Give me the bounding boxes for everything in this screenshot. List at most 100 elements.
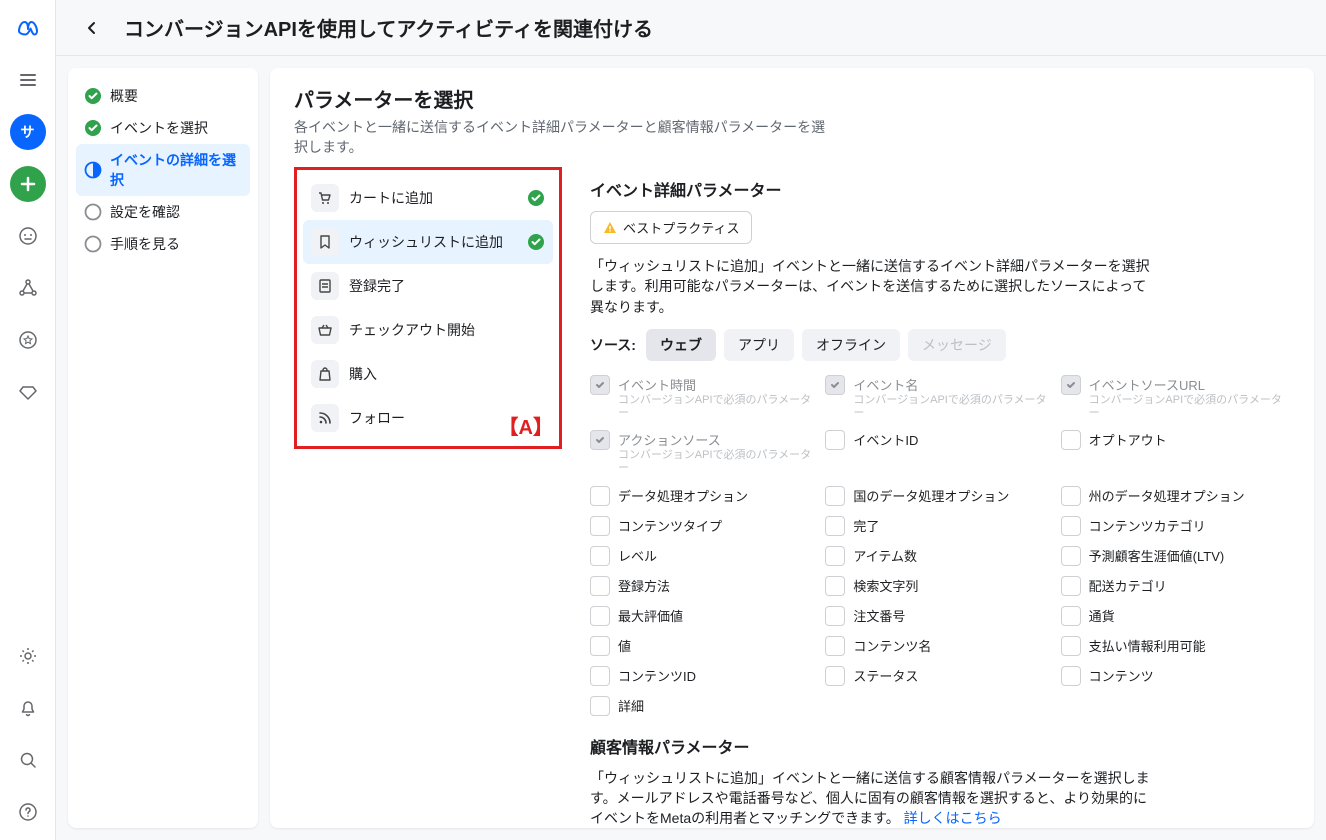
checkbox[interactable] xyxy=(590,696,610,716)
param-item: アイテム数 xyxy=(825,546,1048,566)
event-item[interactable]: 登録完了 xyxy=(303,264,553,308)
checkbox[interactable] xyxy=(825,375,845,395)
checkbox[interactable] xyxy=(590,636,610,656)
step-status-icon xyxy=(84,87,102,105)
source-tab[interactable]: アプリ xyxy=(724,329,794,361)
param-item: コンテンツ xyxy=(1061,666,1284,686)
event-item[interactable]: チェックアウト開始 xyxy=(303,308,553,352)
cart-icon xyxy=(311,184,339,212)
param-name: 州のデータ処理オプション xyxy=(1089,486,1245,505)
event-item[interactable]: 購入 xyxy=(303,352,553,396)
gear-icon[interactable] xyxy=(10,638,46,674)
event-label: カートに追加 xyxy=(349,188,517,208)
step-label: イベントを選択 xyxy=(110,118,208,138)
learn-more-link[interactable]: 詳しくはこちら xyxy=(904,810,1002,826)
checkbox[interactable] xyxy=(825,666,845,686)
warning-icon xyxy=(603,221,617,235)
step-item[interactable]: 概要 xyxy=(76,80,250,112)
search-icon[interactable] xyxy=(10,742,46,778)
step-item[interactable]: 設定を確認 xyxy=(76,196,250,228)
param-name: 国のデータ処理オプション xyxy=(853,486,1009,505)
event-params-desc: 「ウィッシュリストに追加」イベントと一緒に送信するイベント詳細パラメーターを選択… xyxy=(590,256,1150,317)
step-status-icon xyxy=(84,203,102,221)
checkbox[interactable] xyxy=(825,636,845,656)
customer-params-desc: 「ウィッシュリストに追加」イベントと一緒に送信する顧客情報パラメーターを選択しま… xyxy=(590,768,1150,828)
checkbox[interactable] xyxy=(1061,430,1081,450)
param-item: コンテンツカテゴリ xyxy=(1061,516,1284,536)
checkbox[interactable] xyxy=(1061,636,1081,656)
param-item: アクションソースコンバージョンAPIで必須のパラメーター xyxy=(590,430,813,475)
checkbox[interactable] xyxy=(1061,516,1081,536)
checkbox[interactable] xyxy=(825,546,845,566)
param-name: アクションソース xyxy=(618,430,813,449)
param-item: イベントソースURLコンバージョンAPIで必須のパラメーター xyxy=(1061,375,1284,420)
param-item: 予測顧客生涯価値(LTV) xyxy=(1061,546,1284,566)
add-icon[interactable] xyxy=(10,166,46,202)
step-item[interactable]: イベントを選択 xyxy=(76,112,250,144)
help-icon[interactable] xyxy=(10,794,46,830)
param-name: 詳細 xyxy=(618,696,644,715)
param-name: イベント名 xyxy=(853,375,1048,394)
star-icon[interactable] xyxy=(10,322,46,358)
checkbox[interactable] xyxy=(590,516,610,536)
hamburger-icon[interactable] xyxy=(10,62,46,98)
checkbox[interactable] xyxy=(1061,375,1081,395)
param-name: 通貨 xyxy=(1089,606,1115,625)
gauge-icon[interactable] xyxy=(10,218,46,254)
back-button[interactable] xyxy=(76,12,108,44)
param-name: コンテンツカテゴリ xyxy=(1089,516,1206,535)
checkbox[interactable] xyxy=(590,666,610,686)
page-title: コンバージョンAPIを使用してアクティビティを関連付ける xyxy=(124,13,653,42)
source-tab[interactable]: オフライン xyxy=(802,329,900,361)
checkbox[interactable] xyxy=(1061,666,1081,686)
checkbox[interactable] xyxy=(590,606,610,626)
meta-logo-icon[interactable] xyxy=(10,10,46,46)
param-item: 配送カテゴリ xyxy=(1061,576,1284,596)
param-item: 通貨 xyxy=(1061,606,1284,626)
param-item: イベント名コンバージョンAPIで必須のパラメーター xyxy=(825,375,1048,420)
checkbox[interactable] xyxy=(590,375,610,395)
checkbox[interactable] xyxy=(825,606,845,626)
checkbox[interactable] xyxy=(590,576,610,596)
best-practice-chip[interactable]: ベストプラクティス xyxy=(590,211,752,244)
checkbox[interactable] xyxy=(590,430,610,450)
bell-icon[interactable] xyxy=(10,690,46,726)
source-tab[interactable]: ウェブ xyxy=(646,329,716,361)
checkbox[interactable] xyxy=(1061,576,1081,596)
panel-subtitle: 各イベントと一緒に送信するイベント詳細パラメーターと顧客情報パラメーターを選択し… xyxy=(294,117,834,157)
checkbox[interactable] xyxy=(1061,486,1081,506)
step-status-icon xyxy=(84,119,102,137)
param-note: コンバージョンAPIで必須のパラメーター xyxy=(1089,394,1284,420)
checkbox[interactable] xyxy=(1061,546,1081,566)
basket-icon xyxy=(311,316,339,344)
param-item: 登録方法 xyxy=(590,576,813,596)
checkbox[interactable] xyxy=(825,486,845,506)
detail-column: イベント詳細パラメーター ベストプラクティス 「ウィッシュリストに追加」イベント… xyxy=(574,167,1290,828)
step-item[interactable]: 手順を見る xyxy=(76,228,250,260)
param-name: 配送カテゴリ xyxy=(1089,576,1167,595)
checkbox[interactable] xyxy=(825,576,845,596)
bookmark-icon xyxy=(311,228,339,256)
steps-panel: 概要イベントを選択イベントの詳細を選択設定を確認手順を見る xyxy=(68,68,258,828)
step-item[interactable]: イベントの詳細を選択 xyxy=(76,144,250,196)
share-nodes-icon[interactable] xyxy=(10,270,46,306)
check-icon xyxy=(527,233,545,251)
param-name: コンテンツ xyxy=(1089,666,1154,685)
step-label: 概要 xyxy=(110,86,138,106)
step-label: イベントの詳細を選択 xyxy=(110,150,242,190)
checkbox[interactable] xyxy=(590,546,610,566)
user-avatar[interactable]: サ xyxy=(10,114,46,150)
topbar: コンバージョンAPIを使用してアクティビティを関連付ける xyxy=(56,0,1326,56)
checkbox[interactable] xyxy=(1061,606,1081,626)
checkbox[interactable] xyxy=(825,516,845,536)
diamond-icon[interactable] xyxy=(10,374,46,410)
param-name: コンテンツ名 xyxy=(853,636,931,655)
event-item[interactable]: ウィッシュリストに追加 xyxy=(303,220,553,264)
param-item: オプトアウト xyxy=(1061,430,1284,475)
checkbox[interactable] xyxy=(825,430,845,450)
checkbox[interactable] xyxy=(590,486,610,506)
param-name: 予測顧客生涯価値(LTV) xyxy=(1089,546,1225,565)
doc-icon xyxy=(311,272,339,300)
step-status-icon xyxy=(84,161,102,179)
event-item[interactable]: カートに追加 xyxy=(303,176,553,220)
